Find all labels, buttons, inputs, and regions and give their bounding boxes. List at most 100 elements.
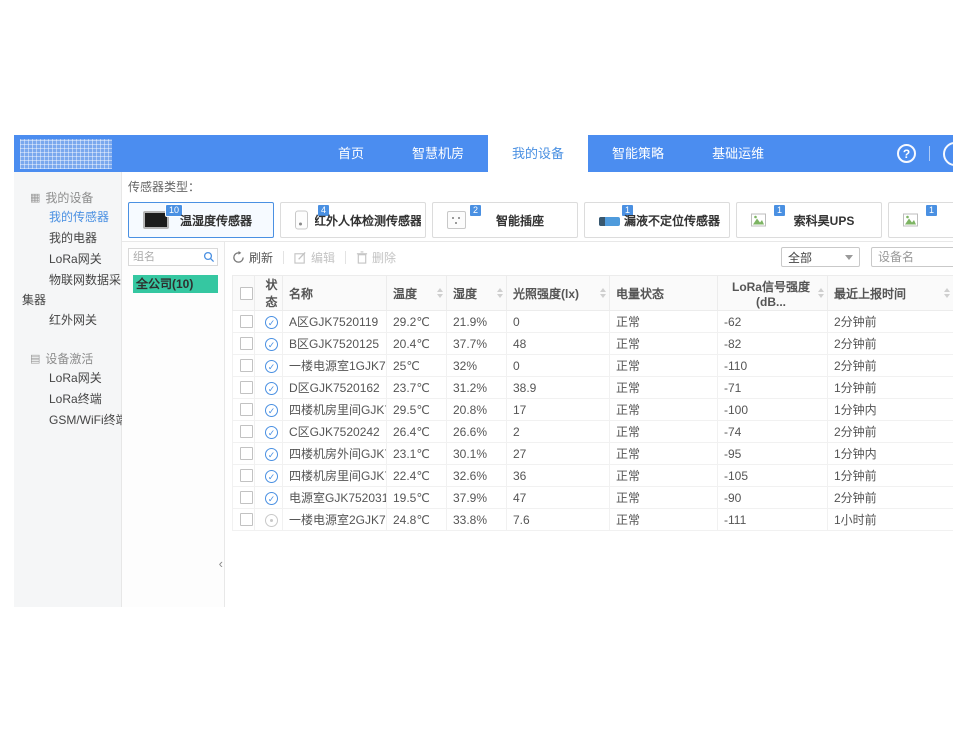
sort-caret-icon[interactable] — [437, 288, 443, 298]
column-header[interactable]: 光照强度(lx) — [507, 276, 610, 311]
row-checkbox[interactable] — [240, 491, 253, 504]
device-name-link[interactable]: 电源室GJK7520312 — [283, 487, 387, 509]
sensor-type-card[interactable]: 1 — [888, 202, 953, 238]
refresh-button[interactable]: 刷新 — [232, 249, 273, 266]
status-online-icon: ✓ — [265, 426, 278, 439]
sidebar-item[interactable]: LoRa网关 — [14, 249, 121, 270]
device-name-link[interactable]: D区GJK7520162 — [283, 377, 387, 399]
sort-caret-icon[interactable] — [600, 288, 606, 298]
delete-button[interactable]: 删除 — [356, 249, 396, 266]
row-checkbox[interactable] — [240, 447, 253, 460]
filter-select[interactable]: 全部 — [781, 247, 860, 267]
sort-caret-icon[interactable] — [944, 288, 950, 298]
sidebar-item[interactable]: 物联网数据采集器 — [14, 270, 121, 310]
column-header: 电量状态 — [610, 276, 718, 311]
battery-status-cell: 正常 — [610, 333, 718, 355]
table-body: ✓A区GJK752011929.2℃21.9%0正常-622分钟前✓B区GJK7… — [233, 311, 953, 531]
table-row: ✓C区GJK752024226.4℃26.6%2正常-742分钟前 — [233, 421, 953, 443]
sort-caret-icon[interactable] — [497, 288, 503, 298]
humidity-cell: 31.2% — [447, 377, 507, 399]
column-header[interactable]: 湿度 — [447, 276, 507, 311]
edit-button[interactable]: 编辑 — [294, 249, 335, 266]
device-name-link[interactable]: 一楼电源室1GJK752... — [283, 355, 387, 377]
sidebar-item[interactable]: 我的传感器 — [14, 207, 121, 228]
app-logo — [20, 139, 112, 169]
device-name-link[interactable]: C区GJK7520242 — [283, 421, 387, 443]
row-checkbox[interactable] — [240, 513, 253, 526]
table-row: ✓四楼机房里间GJK75...22.4℃32.6%36正常-1051分钟前 — [233, 465, 953, 487]
row-checkbox[interactable] — [240, 425, 253, 438]
nav-tab-2[interactable]: 我的设备 — [488, 135, 588, 172]
column-header[interactable]: 最近上报时间 — [828, 276, 953, 311]
row-checkbox[interactable] — [240, 381, 253, 394]
sidebar-item[interactable]: GSM/WiFi终端 — [14, 410, 121, 431]
last-report-cell: 1小时前 — [828, 509, 953, 531]
row-checkbox-cell — [233, 399, 255, 421]
select-all-header — [233, 276, 255, 311]
status-cell: ✓ — [255, 355, 283, 377]
row-checkbox[interactable] — [240, 359, 253, 372]
column-header-label: 状态 — [261, 276, 282, 310]
toolbar-divider — [283, 251, 284, 264]
sensor-type-card[interactable]: 2智能插座 — [432, 202, 578, 238]
group-item[interactable]: 全公司(10) — [133, 275, 218, 293]
light-intensity-cell: 0 — [507, 311, 610, 333]
row-checkbox-cell — [233, 465, 255, 487]
group-search-input[interactable] — [129, 251, 201, 263]
help-icon[interactable]: ? — [897, 144, 916, 163]
device-name-link[interactable]: 四楼机房外间GJK75... — [283, 443, 387, 465]
nav-tab-3[interactable]: 智能策略 — [588, 135, 688, 172]
nav-tab-1[interactable]: 智慧机房 — [388, 135, 488, 172]
device-name-link[interactable]: A区GJK7520119 — [283, 311, 387, 333]
grid-icon: ▦ — [30, 191, 40, 204]
table-row: ✓一楼电源室1GJK752...25℃32%0正常-1102分钟前 — [233, 355, 953, 377]
status-online-icon: ✓ — [265, 404, 278, 417]
column-header[interactable]: 温度 — [387, 276, 447, 311]
sensor-type-name: 漏液不定位传感器 — [619, 203, 725, 237]
device-name-input[interactable] — [871, 247, 953, 267]
battery-status-cell: 正常 — [610, 509, 718, 531]
sensor-type-card[interactable]: 1索科昊UPS — [736, 202, 882, 238]
sidebar-item[interactable]: 我的电器 — [14, 228, 121, 249]
light-intensity-cell: 7.6 — [507, 509, 610, 531]
nav-tab-4[interactable]: 基础运维 — [688, 135, 788, 172]
temperature-cell: 23.1℃ — [387, 443, 447, 465]
collapse-panel-handle[interactable]: ‹ — [219, 557, 223, 570]
select-all-checkbox[interactable] — [240, 287, 253, 300]
status-cell: ✓ — [255, 465, 283, 487]
device-name-link[interactable]: 四楼机房里间GJK75... — [283, 399, 387, 421]
sensor-type-label: 传感器类型： — [128, 178, 953, 195]
light-intensity-cell: 0 — [507, 355, 610, 377]
battery-status-cell: 正常 — [610, 311, 718, 333]
sensor-type-card[interactable]: 4红外人体检测传感器 — [280, 202, 426, 238]
toolbar-divider — [345, 251, 346, 264]
humidity-cell: 20.8% — [447, 399, 507, 421]
column-header[interactable]: LoRa信号强度(dB... — [718, 276, 828, 311]
status-cell: ✓ — [255, 311, 283, 333]
row-checkbox[interactable] — [240, 315, 253, 328]
sidebar-item[interactable]: 红外网关 — [14, 310, 121, 331]
row-checkbox[interactable] — [240, 469, 253, 482]
device-name-link[interactable]: B区GJK7520125 — [283, 333, 387, 355]
status-online-icon: ✓ — [265, 338, 278, 351]
device-name-link[interactable]: 四楼机房里间GJK75... — [283, 465, 387, 487]
device-name-link[interactable]: 一楼电源室2GJK752... — [283, 509, 387, 531]
nav-tab-0[interactable]: 首页 — [314, 135, 388, 172]
lora-signal-cell: -105 — [718, 465, 828, 487]
battery-status-cell: 正常 — [610, 487, 718, 509]
sidebar-item[interactable]: LoRa终端 — [14, 389, 121, 410]
sidebar-item[interactable]: LoRa网关 — [14, 368, 121, 389]
search-icon[interactable] — [203, 251, 215, 263]
device-table-area: 刷新 编辑 — [225, 242, 953, 607]
sensor-type-card[interactable]: 10温湿度传感器 — [128, 202, 274, 238]
user-avatar-icon[interactable] — [943, 142, 953, 166]
sensor-type-card[interactable]: 1漏液不定位传感器 — [584, 202, 730, 238]
row-checkbox[interactable] — [240, 337, 253, 350]
table-row: ✓D区GJK752016223.7℃31.2%38.9正常-711分钟前 — [233, 377, 953, 399]
sort-caret-icon[interactable] — [818, 288, 824, 298]
temperature-cell: 24.8℃ — [387, 509, 447, 531]
delete-label: 删除 — [372, 249, 396, 266]
row-checkbox[interactable] — [240, 403, 253, 416]
status-cell — [255, 509, 283, 531]
light-intensity-cell: 36 — [507, 465, 610, 487]
